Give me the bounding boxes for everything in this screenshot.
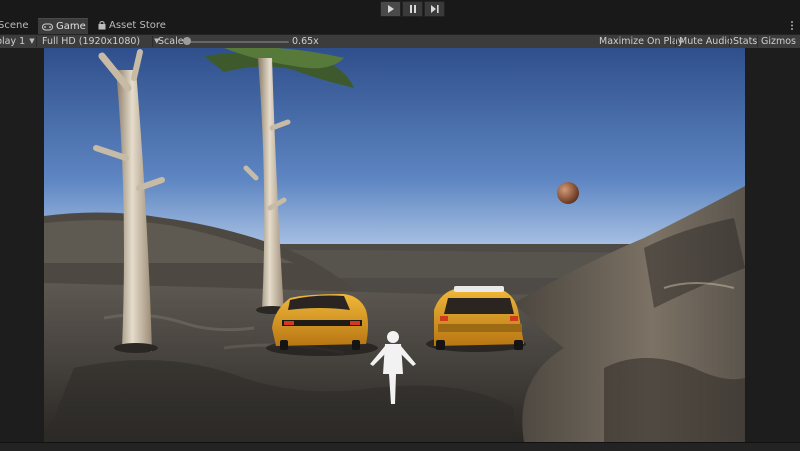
play-button[interactable] xyxy=(380,1,401,17)
gizmos-dropdown[interactable]: Gizmos▼ xyxy=(761,35,800,48)
tab-game[interactable]: Game xyxy=(38,18,88,34)
mute-audio-toggle[interactable]: Mute Audio xyxy=(679,35,733,48)
bag-icon xyxy=(98,21,106,30)
tab-scene[interactable]: Scene xyxy=(0,18,35,34)
resolution-label: Full HD (1920x1080) xyxy=(42,36,141,47)
tab-label: Game xyxy=(56,21,86,32)
tab-label: Scene xyxy=(0,20,29,31)
separator xyxy=(675,36,676,47)
maximize-on-play-toggle[interactable]: Maximize On Play xyxy=(599,35,683,48)
chevron-down-icon: ▼ xyxy=(29,37,35,45)
scale-label: Scale xyxy=(158,36,184,47)
tab-asset-store[interactable]: Asset Store xyxy=(94,18,172,34)
gamepad-icon xyxy=(42,23,53,31)
step-button[interactable] xyxy=(424,1,445,17)
game-view-controls: play 1▼ Full HD (1920x1080)▼ Scale 0.65x… xyxy=(0,35,800,49)
separator xyxy=(757,36,758,47)
ball-object xyxy=(557,182,579,204)
tab-label: Asset Store xyxy=(109,20,166,31)
more-options-icon[interactable] xyxy=(790,20,794,31)
stats-toggle[interactable]: Stats xyxy=(733,35,757,48)
play-toolbar xyxy=(0,0,800,18)
scale-slider-track[interactable] xyxy=(187,41,289,43)
separator xyxy=(729,36,730,47)
pause-button[interactable] xyxy=(402,1,423,17)
resolution-dropdown[interactable]: Full HD (1920x1080) ▼ xyxy=(42,35,160,48)
separator xyxy=(36,36,37,47)
pause-icon xyxy=(409,5,416,13)
game-viewport[interactable] xyxy=(44,48,745,442)
separator xyxy=(152,36,153,47)
scale-value: 0.65x xyxy=(292,36,319,47)
play-icon xyxy=(387,5,394,13)
scale-slider-thumb[interactable] xyxy=(183,37,191,45)
game-scene xyxy=(44,48,745,442)
window-tabs: Scene Game Asset Store xyxy=(0,18,800,35)
step-icon xyxy=(430,5,439,13)
gizmos-label: Gizmos xyxy=(761,36,797,47)
display-label: play 1 xyxy=(0,36,26,47)
display-dropdown[interactable]: play 1▼ xyxy=(0,35,35,48)
